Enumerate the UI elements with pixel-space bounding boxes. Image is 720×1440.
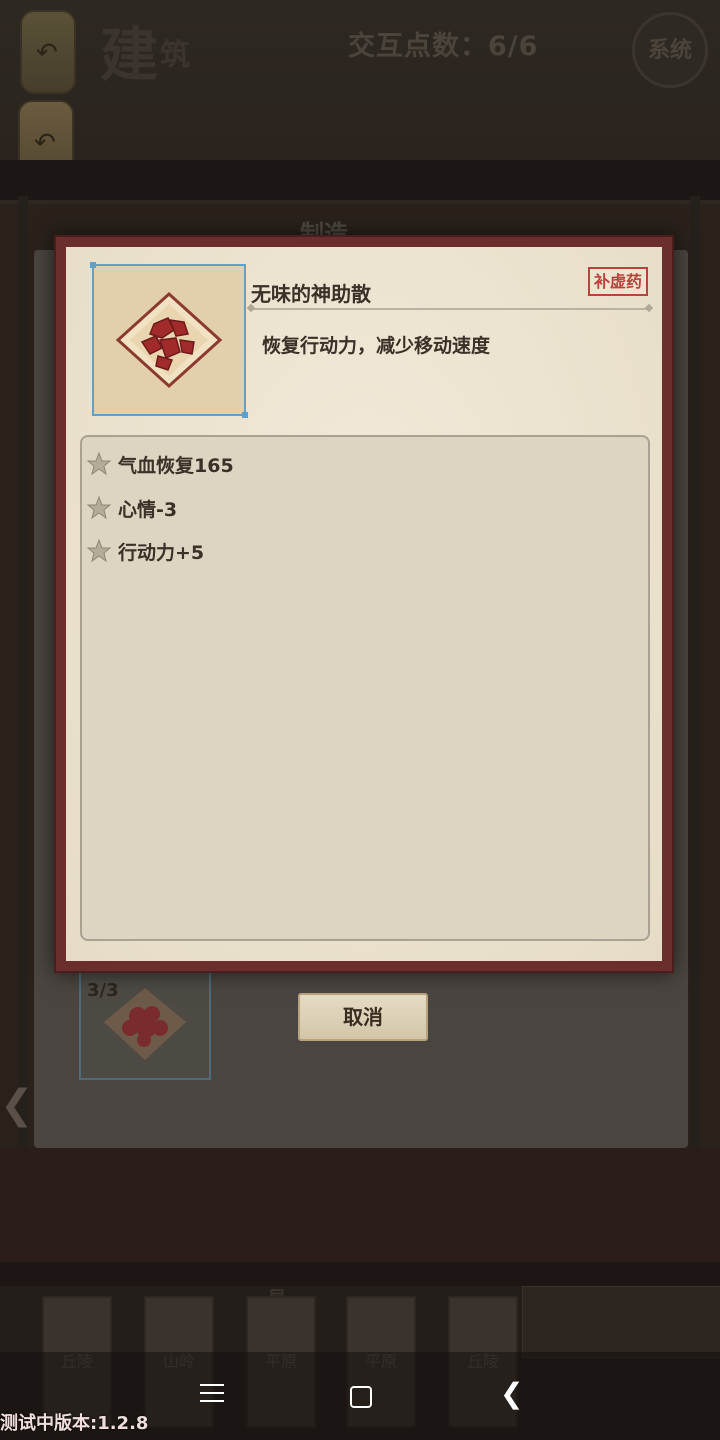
undo-button[interactable]: ↶	[20, 10, 76, 94]
title-divider	[250, 308, 650, 310]
effect-item: 气血恢复165	[86, 449, 234, 479]
item-category-badge: 补虚药	[588, 267, 649, 296]
undo-icon: ↶	[36, 38, 58, 68]
page-title-main: 建	[100, 21, 159, 89]
home-icon[interactable]	[350, 1386, 372, 1408]
floor-beam	[0, 1262, 720, 1286]
medicine-powder-icon	[104, 988, 186, 1060]
item-detail-modal: 无味的神助散 补虚药 恢复行动力，减少移动速度 气血恢复165 心情-3 行动力…	[54, 235, 674, 973]
flower-bullet-icon	[86, 495, 112, 520]
version-label: 测试中版本:1.2.8	[0, 1413, 149, 1434]
effect-text: 行动力+5	[118, 541, 205, 564]
cancel-button[interactable]: 取消	[298, 993, 428, 1041]
system-button[interactable]: 系统	[632, 12, 708, 88]
flower-bullet-icon	[86, 538, 112, 563]
lower-floor	[0, 1148, 720, 1268]
effect-item: 行动力+5	[86, 536, 204, 566]
back-icon[interactable]: ❮	[500, 1380, 523, 1408]
effect-item: 心情-3	[86, 493, 177, 523]
menu-icon[interactable]	[200, 1384, 224, 1404]
effects-list: 气血恢复165 心情-3 行动力+5	[80, 435, 650, 941]
crafting-slot[interactable]: 3/3	[79, 970, 211, 1080]
effect-text: 心情-3	[118, 498, 178, 521]
medicine-powder-icon	[115, 291, 223, 389]
flower-bullet-icon	[86, 451, 112, 476]
item-description: 恢复行动力，减少移动速度	[262, 335, 491, 357]
town-preview	[522, 1286, 720, 1358]
modal-content: 无味的神助散 补虚药 恢复行动力，减少移动速度 气血恢复165 心情-3 行动力…	[66, 247, 662, 961]
item-icon-frame	[90, 262, 248, 418]
undo-icon: ↶	[34, 128, 56, 158]
pillar-right	[690, 196, 700, 1266]
effect-text: 气血恢复165	[118, 454, 234, 477]
item-name: 无味的神助散	[251, 282, 371, 306]
roof-beam	[0, 160, 720, 204]
chevron-left-icon[interactable]: ❮	[0, 1082, 34, 1128]
page-title-sub: 筑	[160, 38, 190, 73]
interaction-points: 交互点数：6/6	[348, 31, 539, 62]
